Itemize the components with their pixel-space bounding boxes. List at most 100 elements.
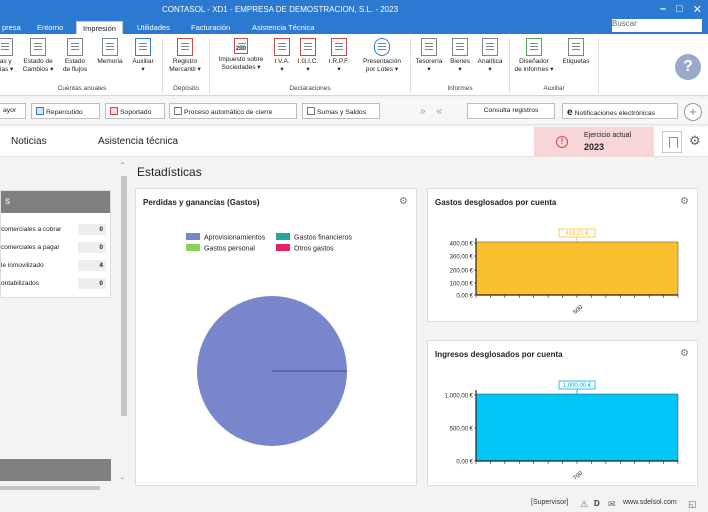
bookmark-icon[interactable] [662,131,682,153]
menu-bar: presa Entorno Impresión Utilidades Factu… [0,20,708,34]
list-icon [135,38,151,56]
tab-asistencia[interactable]: Asistencia técnica [98,136,178,147]
pie-chart: Aprovisionamientos Gastos financieros Gast… [186,233,352,446]
proceso-cierre-button[interactable]: Proceso automático de cierre [169,103,297,119]
legend-swatch [186,233,200,240]
consulta-registros-button[interactable]: Consulta registros [467,103,555,119]
bar-chart-gastos: 0,00 € 100,00 € 200,00 € 300,00 € 400,00 € 41… [450,228,679,316]
y-tick-label: 1.000,00 € [445,394,474,400]
left-panel-footer [0,459,111,481]
document-icon [177,38,193,56]
d-icon[interactable]: D [594,499,600,508]
search-input[interactable]: Buscar [612,19,702,32]
ejercicio-actual[interactable]: ! Ejercicio actual 2023 [534,127,654,157]
gear-icon[interactable]: ⚙ [689,133,701,149]
group-declaraciones: Declaraciones [289,85,331,92]
ribbon-estado-flujos-button[interactable]: Estado de flujos [58,38,92,74]
form-icon [274,38,290,56]
tab-entorno[interactable]: Entorno [31,21,69,34]
scroll-down-icon[interactable]: ⌄ [120,474,125,481]
mail-icon[interactable]: ✉ [608,499,616,510]
tab-noticias[interactable]: Noticias [11,136,47,147]
red-doc-icon [110,107,118,115]
list-item[interactable]: ontabilizados 0 [1,278,112,290]
y-tick-label: 500,00 € [450,427,474,433]
y-tick-label: 0,00 € [456,460,473,466]
scroll-thumb[interactable] [121,176,127,416]
cloud-upload-icon [374,38,390,56]
chart-card-ingresos: Ingresos desglosados por cuenta ⚙ 0,00 €… [427,340,698,486]
ribbon-analitica-button[interactable]: Analítica ▾ [474,38,506,74]
ribbon-irpf-button[interactable]: I.R.P.F. ▾ [324,38,354,74]
tab-asistencia-tecnica[interactable]: Asistencia Técnica [246,21,320,34]
horizontal-scrollbar[interactable] [0,484,111,490]
ribbon-estado-cambios-button[interactable]: Estado de Cambios ▾ [20,38,56,74]
add-icon[interactable]: + [684,103,702,121]
minimize-icon[interactable]: – [660,3,666,16]
title-bar: CONTASOL - XD1 - EMPRESA DE DEMOSTRACION… [0,0,708,20]
ribbon-separator [598,38,599,94]
ribbon-bienes-button[interactable]: Bienes ▾ [447,38,473,74]
ribbon-memoria-button[interactable]: Memoria [94,38,126,66]
scroll-thumb[interactable] [0,486,100,490]
close-process-icon [174,107,182,115]
legend-swatch [276,244,290,251]
group-cuentas-anuales: Cuentas anuales [57,85,107,92]
ribbon-tesoreria-button[interactable]: Tesorería ▾ [412,38,446,74]
x-tick-label: 700 [573,470,585,481]
ribbon: ias y cias ▾ Estado de Cambios ▾ Estado … [0,34,708,96]
ribbon-etiquetas-button[interactable]: Etiquetas [558,38,594,66]
list-item[interactable]: comerciales a cobrar 0 [1,224,112,236]
ribbon-igic-button[interactable]: I.G.I.C. ▾ [294,38,322,74]
data-label: 1.000,00 € [563,383,592,389]
notificaciones-button[interactable]: e Notificaciones electrónicas [562,103,678,119]
legend-label: Otros gastos [294,246,334,253]
legend-label: Gastos financieros [294,235,352,242]
toolbar: ayor Repercutido Soportado Proceso autom… [0,99,708,125]
document-icon [482,38,498,56]
repercutido-button[interactable]: Repercutido [31,103,100,119]
sumas-saldos-button[interactable]: Sumas y Saldos [302,103,380,119]
tab-utilidades[interactable]: Utilidades [131,21,176,34]
ribbon-presentacion-lotes-button[interactable]: Presentación por Lotes ▾ [356,38,408,74]
document-icon [67,38,83,56]
left-panel-title: s [1,191,110,213]
form-200-icon: 200 [234,38,248,54]
ribbon-disenador-informes-button[interactable]: Diseñador de informes ▾ [511,38,557,74]
e-icon: e [567,107,573,118]
vertical-scrollbar[interactable]: ⌃ ⌄ [120,162,128,484]
group-deposito: Depósito [173,85,199,92]
bar-chart-ingresos: 0,00 € 500,00 € 1.000,00 € 1.000,00 € 700 [445,380,679,482]
list-item[interactable]: le inmovilizado 4 [1,260,112,272]
chat-icon[interactable]: ◱ [688,499,697,510]
ribbon-iva-button[interactable]: I.V.A. ▾ [270,38,294,74]
x-tick-label: 600 [573,304,585,315]
scroll-arrows-icon[interactable]: » « [420,106,446,117]
mayor-button[interactable]: ayor [0,103,26,119]
sums-icon [307,107,315,115]
tab-impresion[interactable]: Impresión [76,21,123,34]
warning-icon[interactable]: ⚠ [580,499,588,510]
list-item[interactable]: comerciales a pagar 0 [1,242,112,254]
status-bar: [Supervisor] ⚠ D ✉ www.sdelsol.com ◱ [0,496,708,512]
scroll-up-icon[interactable]: ⌃ [120,162,125,169]
ribbon-cuentas-button[interactable]: ias y cias ▾ [0,38,16,74]
bar [475,241,679,296]
y-tick-label: 0,00 € [456,294,473,300]
soportado-button[interactable]: Soportado [105,103,165,119]
ribbon-auxiliar-button[interactable]: Auxiliar ▾ [128,38,158,74]
group-auxiliar: Auxiliar [543,85,565,92]
website-link[interactable]: www.sdelsol.com [623,499,677,506]
section-title: Estadísticas [137,165,202,179]
help-icon[interactable]: ? [675,54,701,80]
maximize-icon[interactable]: □ [676,3,683,16]
blue-doc-icon [36,107,44,115]
document-icon [102,38,118,56]
tab-facturacion[interactable]: Facturación [185,21,236,34]
ribbon-impuesto-sociedades-button[interactable]: 200 Impuesto sobre Sociedades ▾ [212,38,270,72]
tab-empresa[interactable]: presa [0,21,27,34]
ribbon-registro-mercantil-button[interactable]: Registro Mercantil ▾ [163,38,207,74]
close-icon[interactable]: ✕ [693,3,702,16]
document-icon [30,38,46,56]
left-panel: s comerciales a cobrar 0 comerciales a pa… [0,190,111,298]
